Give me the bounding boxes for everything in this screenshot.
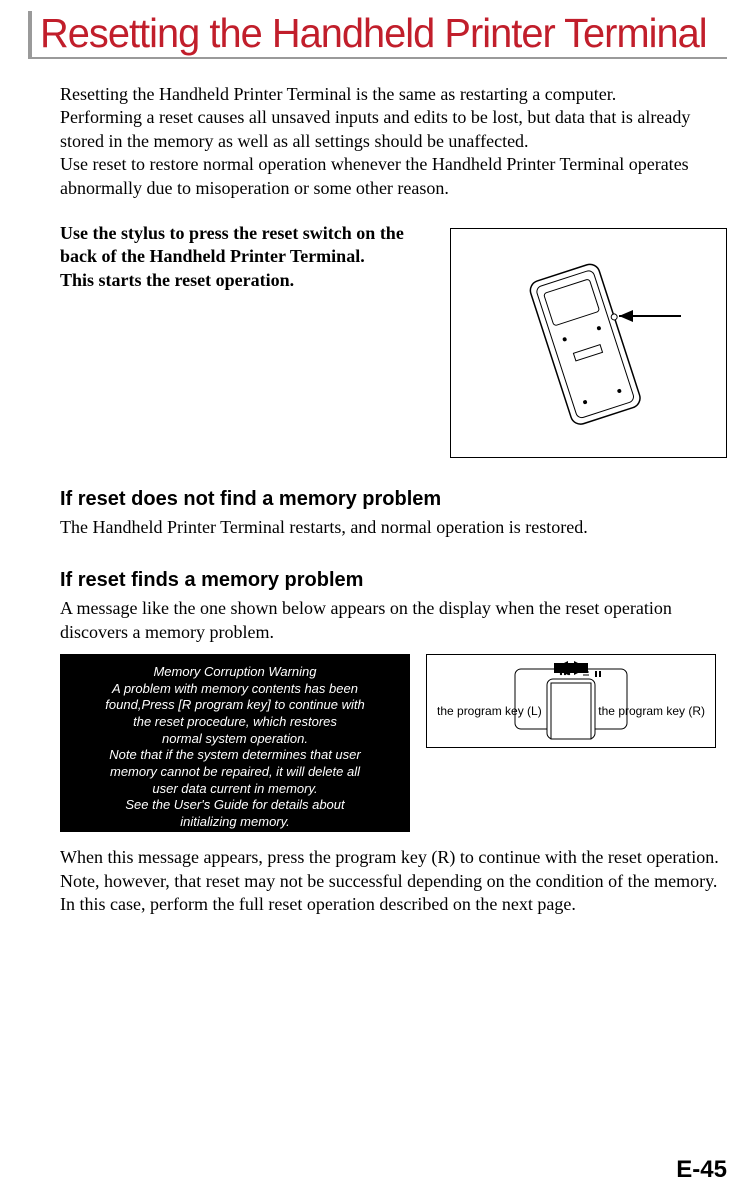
ss-l9: See the User's Guide for details about bbox=[68, 797, 402, 814]
page-number: E-45 bbox=[676, 1156, 727, 1184]
instruction-row: Use the stylus to press the reset switch… bbox=[60, 222, 727, 458]
ss-l7: memory cannot be repaired, it will delet… bbox=[68, 764, 402, 781]
intro-p3: Use reset to restore normal operation wh… bbox=[60, 153, 727, 200]
intro-p2: Performing a reset causes all unsaved in… bbox=[60, 106, 727, 153]
title-row: Resetting the Handheld Printer Terminal bbox=[28, 10, 727, 59]
closing-para: When this message appears, press the pro… bbox=[60, 846, 727, 916]
title-accent-block bbox=[28, 11, 32, 57]
screenshot-row: Memory Corruption Warning A problem with… bbox=[60, 654, 727, 832]
device-back-icon bbox=[489, 248, 689, 438]
body-no-problem: The Handheld Printer Terminal restarts, … bbox=[60, 516, 727, 539]
arrow-left-icon bbox=[554, 661, 588, 675]
instruction-l2: This starts the reset operation. bbox=[60, 269, 420, 292]
program-key-diagram: the program key (L) the program key (R) bbox=[426, 654, 716, 748]
instruction-text: Use the stylus to press the reset switch… bbox=[60, 222, 420, 292]
ss-l1: Memory Corruption Warning bbox=[68, 664, 402, 681]
page: Resetting the Handheld Printer Terminal … bbox=[0, 0, 755, 916]
program-key-r-label: the program key (R) bbox=[598, 705, 705, 718]
ss-l8: user data current in memory. bbox=[68, 781, 402, 798]
subhead-no-problem: If reset does not find a memory problem bbox=[60, 486, 727, 512]
instruction-l1: Use the stylus to press the reset switch… bbox=[60, 222, 420, 269]
subhead-problem: If reset finds a memory problem bbox=[60, 567, 727, 593]
content: Resetting the Handheld Printer Terminal … bbox=[28, 83, 727, 916]
intro-p1: Resetting the Handheld Printer Terminal … bbox=[60, 83, 727, 106]
page-title: Resetting the Handheld Printer Terminal bbox=[40, 10, 707, 57]
ss-l5: normal system operation. bbox=[68, 731, 402, 748]
device-illustration-box bbox=[450, 228, 727, 458]
ss-l2: A problem with memory contents has been bbox=[68, 681, 402, 698]
ss-l10: initializing memory. bbox=[68, 814, 402, 831]
ss-l6: Note that if the system determines that … bbox=[68, 747, 402, 764]
ss-l4: the reset procedure, which restores bbox=[68, 714, 402, 731]
ss-l3: found,Press [R program key] to continue … bbox=[68, 697, 402, 714]
program-key-l-label: the program key (L) bbox=[437, 705, 542, 718]
body-problem: A message like the one shown below appea… bbox=[60, 597, 727, 644]
memory-warning-screenshot: Memory Corruption Warning A problem with… bbox=[60, 654, 410, 832]
